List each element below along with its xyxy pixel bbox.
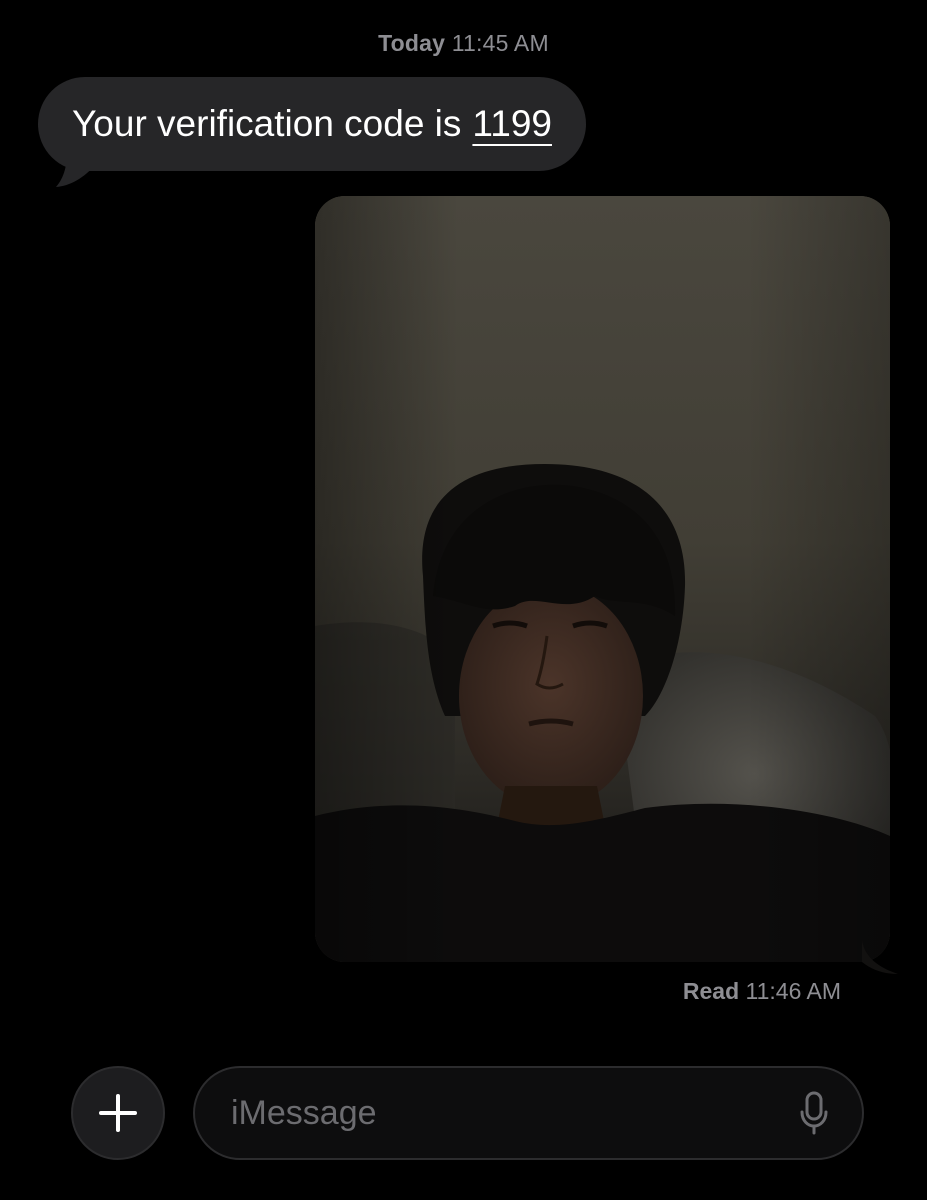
read-receipt: Read 11:46 AM: [683, 978, 841, 1005]
read-receipt-label: Read: [682, 978, 740, 1004]
read-receipt-time: 11:46 AM: [745, 978, 841, 1004]
incoming-message-text: Your verification code is: [72, 103, 462, 144]
conversation-timestamp: Today 11:45 AM: [0, 30, 927, 57]
timestamp-time: 11:45 AM: [451, 30, 549, 56]
timestamp-day: Today: [378, 30, 446, 56]
plus-icon: [99, 1094, 137, 1132]
message-input[interactable]: iMessage: [193, 1066, 864, 1160]
incoming-bubble-tail: [56, 150, 96, 187]
add-attachment-button[interactable]: [71, 1066, 165, 1160]
outgoing-photo-message[interactable]: [315, 196, 890, 962]
message-input-placeholder[interactable]: iMessage: [231, 1094, 800, 1133]
photo-image: [315, 196, 890, 962]
outgoing-bubble-tail: [862, 940, 898, 974]
microphone-icon[interactable]: [800, 1091, 828, 1135]
verification-code-link[interactable]: 1199: [472, 103, 552, 145]
incoming-message-bubble[interactable]: Your verification code is 1199: [38, 77, 586, 171]
